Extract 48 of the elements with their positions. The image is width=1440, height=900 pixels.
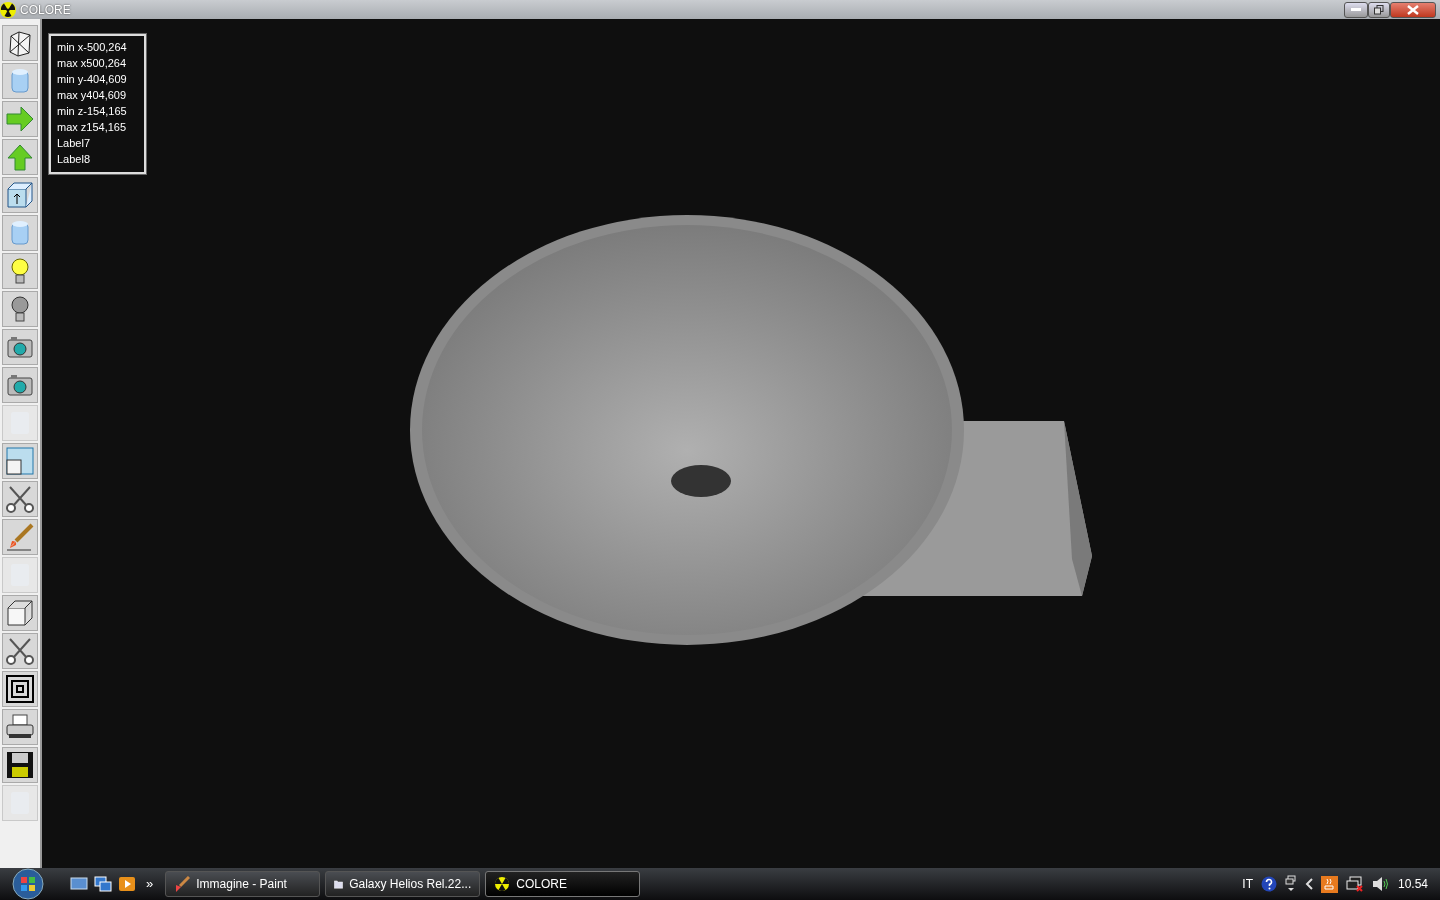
tool-button[interactable] <box>2 633 38 669</box>
close-icon <box>1407 4 1419 15</box>
box-arrow-icon <box>5 180 35 210</box>
scissors-icon <box>5 484 35 514</box>
language-indicator[interactable]: IT <box>1242 875 1253 893</box>
radiation-icon <box>0 1 16 18</box>
info-label: max z154,165 <box>57 120 128 135</box>
info-label: Label8 <box>57 152 92 167</box>
minimize-button[interactable] <box>1344 1 1368 18</box>
desktop-icon[interactable] <box>70 876 88 892</box>
network-icon[interactable] <box>1345 875 1364 893</box>
paintbrush-icon <box>5 522 35 552</box>
tool-button[interactable] <box>2 747 38 783</box>
info-label: min z-154,165 <box>57 104 128 119</box>
restore-icon <box>1374 4 1384 15</box>
overflow-chevron[interactable]: » <box>146 874 154 894</box>
windows-icon[interactable] <box>1284 875 1297 893</box>
taskbar-button[interactable]: COLORE <box>485 871 641 897</box>
tool-button[interactable] <box>2 709 38 745</box>
info-label: max x500,264 <box>57 56 128 71</box>
tool-button[interactable] <box>2 481 38 517</box>
minimize-icon <box>1351 8 1361 11</box>
window-icon <box>5 446 35 476</box>
close-button[interactable] <box>1390 1 1436 18</box>
radiation-icon <box>494 876 511 892</box>
taskbar-button[interactable]: Galaxy Helios Rel.22... <box>325 871 481 897</box>
window-title: COLORE <box>20 1 71 19</box>
media-player-icon[interactable] <box>118 876 136 892</box>
taskbar-button[interactable]: Immagine - Paint <box>165 871 321 897</box>
scissors-icon <box>5 636 35 666</box>
switch-windows-icon[interactable] <box>94 876 112 892</box>
cube-icon <box>5 598 35 628</box>
restore-button[interactable] <box>1368 1 1390 18</box>
arrow-up-icon <box>5 142 35 172</box>
steam-cup-icon[interactable] <box>1320 875 1338 893</box>
concentric-squares-icon <box>5 674 35 704</box>
clock[interactable]: 10.54 <box>1397 875 1428 893</box>
tool-button[interactable] <box>2 671 38 707</box>
paintbrush-icon <box>174 876 191 892</box>
chevron-left-icon[interactable] <box>1304 878 1313 890</box>
info-label: min y-404,609 <box>57 72 128 87</box>
tool-button[interactable] <box>2 25 38 61</box>
arrow-right-icon <box>5 104 35 134</box>
info-label: max y404,609 <box>57 88 128 103</box>
info-label: Label7 <box>57 136 92 151</box>
info-label: min x-500,264 <box>57 40 128 55</box>
help-icon[interactable] <box>1260 876 1277 892</box>
speaker-icon[interactable] <box>1371 876 1390 892</box>
